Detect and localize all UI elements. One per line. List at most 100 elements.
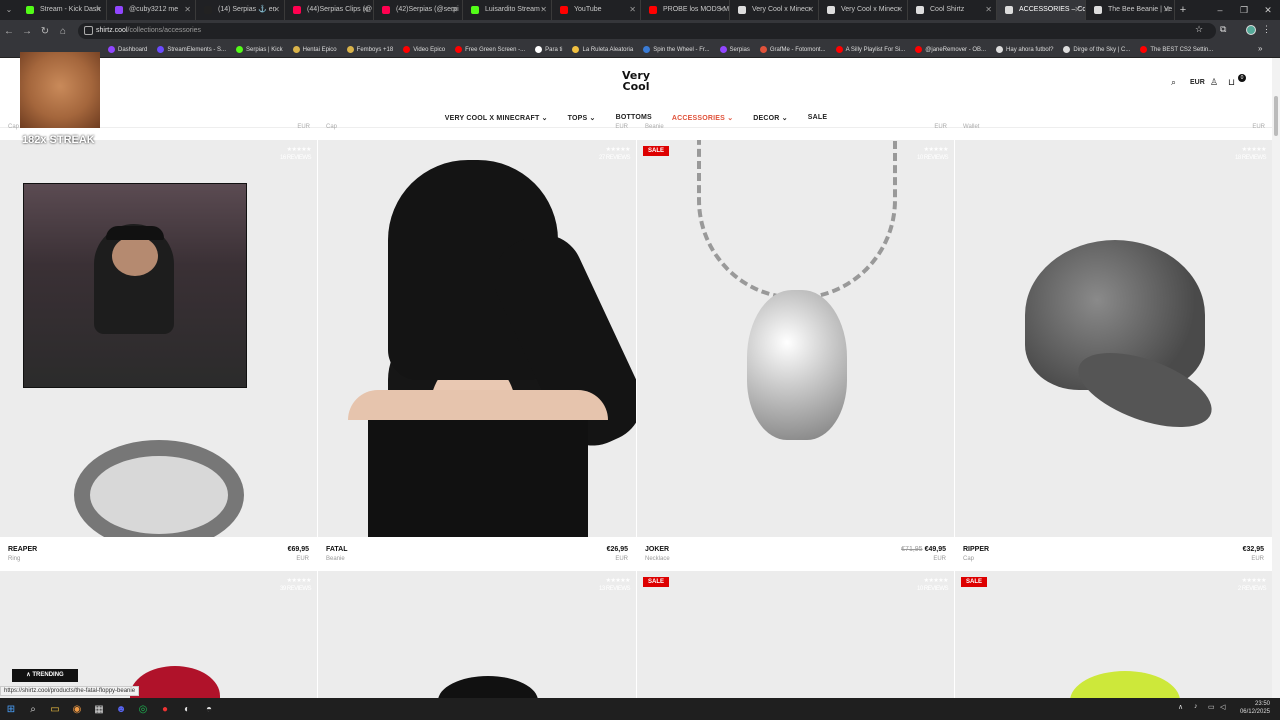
star-rating: ★★★★★	[923, 147, 949, 153]
home-icon[interactable]: ⌂	[54, 26, 72, 37]
trending-button[interactable]: ∧ TRENDING	[12, 669, 78, 682]
product-name[interactable]: REAPER	[8, 546, 37, 553]
app-icon-1[interactable]: ▦	[88, 698, 110, 720]
product-name[interactable]: RIPPER	[963, 546, 989, 553]
product-card[interactable]: ★★★★★ 10 REVIEWS SALE	[637, 571, 954, 698]
browser-tab[interactable]: (44)Serpias Clips (@ ✕	[285, 0, 374, 20]
file-explorer-icon[interactable]: ▭	[44, 698, 66, 720]
chrome-icon[interactable]: ◉	[66, 698, 88, 720]
search-icon[interactable]: ⌕	[1171, 77, 1176, 88]
product-card[interactable]: ★★★★★ 27 REVIEWS	[318, 140, 636, 537]
tab-close-icon[interactable]: ✕	[896, 0, 903, 20]
volume-icon[interactable]: ◁	[1220, 703, 1225, 711]
tab-close-icon[interactable]: ✕	[1163, 0, 1170, 20]
product-card[interactable]: ★★★★★ 2 REVIEWS SALE	[955, 571, 1272, 698]
reload-icon[interactable]: ↻	[36, 26, 54, 37]
obs-icon[interactable]: ◓	[198, 698, 220, 720]
minimize-icon[interactable]: –	[1208, 0, 1232, 20]
tab-close-icon[interactable]: ✕	[540, 0, 547, 20]
address-bar[interactable]: shirtz.cool/collections/accessories	[78, 23, 1216, 39]
tab-close-icon[interactable]: ✕	[184, 0, 191, 20]
tab-close-icon[interactable]: ✕	[985, 0, 992, 20]
product-card[interactable]: ★★★★★ 10 REVIEWS SALE	[637, 140, 954, 537]
browser-tab[interactable]: The Bee Beanie | Ve ✕	[1086, 0, 1175, 20]
close-window-icon[interactable]: ✕	[1256, 0, 1280, 20]
nav-item[interactable]: SALE	[808, 114, 827, 121]
product-name[interactable]: JOKER	[645, 546, 669, 553]
tab-strip: Stream - Kick Dash ✕ @cuby3212 me ✕ (14) Ser…	[18, 0, 1175, 20]
browser-tab[interactable]: @cuby3212 me ✕	[107, 0, 196, 20]
bookmarks-overflow-icon[interactable]: »	[1258, 44, 1262, 53]
taskbar-search-icon[interactable]: ⌕	[22, 698, 44, 720]
bookmark-item[interactable]: Free Green Screen -...	[455, 46, 525, 53]
bookmark-item[interactable]: Hentai Epico	[292, 46, 337, 53]
network-icon[interactable]: ▭	[1208, 703, 1215, 711]
bookmark-item[interactable]: Video Epico	[403, 46, 445, 53]
bookmark-item[interactable]: StreamElements - S...	[157, 46, 226, 53]
back-icon[interactable]: ←	[0, 26, 18, 37]
browser-tab[interactable]: Very Cool x Minecr ✕	[730, 0, 819, 20]
tab-close-icon[interactable]: ✕	[362, 0, 369, 20]
tab-close-icon[interactable]: ✕	[629, 0, 636, 20]
page-scrollbar[interactable]	[1272, 58, 1280, 698]
browser-tab[interactable]: YouTube ✕	[552, 0, 641, 20]
discord-icon[interactable]: ☻	[110, 698, 132, 720]
bookmark-star-icon[interactable]: ☆	[1195, 24, 1203, 35]
profile-avatar[interactable]	[1246, 25, 1256, 35]
nav-item[interactable]: BOTTOMS	[616, 114, 652, 121]
bookmark-item[interactable]: The BEST CS2 Settin...	[1140, 46, 1213, 53]
browser-tab[interactable]: PROBE los MODS M ✕	[641, 0, 730, 20]
browser-tab[interactable]: Very Cool x Minecr ✕	[819, 0, 908, 20]
tab-close-icon[interactable]: ✕	[451, 0, 458, 20]
new-tab-button[interactable]: +	[1175, 0, 1191, 20]
currency-selector[interactable]: EUR	[1190, 79, 1205, 86]
bookmark-item[interactable]: Para ti	[535, 46, 562, 53]
browser-tab[interactable]: Stream - Kick Dash ✕	[18, 0, 107, 20]
browser-tab[interactable]: (42)Serpias (@serpi ✕	[374, 0, 463, 20]
scrollbar-thumb[interactable]	[1274, 96, 1278, 136]
windows-start-icon[interactable]: ⊞	[0, 698, 22, 720]
extensions-icon[interactable]: ⧉	[1220, 24, 1226, 35]
tab-close-icon[interactable]: ✕	[273, 0, 280, 20]
bookmark-item[interactable]: @janeRemover - OB...	[915, 46, 986, 53]
forward-icon[interactable]: →	[18, 26, 36, 37]
bookmark-item[interactable]: Dashboard	[108, 46, 147, 53]
tab-close-icon[interactable]: ✕	[718, 0, 725, 20]
cart-icon[interactable]: ⊔	[1228, 77, 1235, 88]
bookmark-item[interactable]: Hay ahora futbol?	[996, 46, 1053, 53]
browser-tab[interactable]: (14) Serpias ⚓ en ✕	[196, 0, 285, 20]
browser-tab[interactable]: ACCESSORIES – Coo ✕	[997, 0, 1086, 20]
bookmark-item[interactable]: Serpias | Kick	[236, 46, 283, 53]
nav-item[interactable]: DECOR ⌄	[753, 114, 788, 122]
account-icon[interactable]: ♙	[1210, 77, 1218, 88]
bookmark-item[interactable]: Femboys +18	[346, 46, 393, 53]
product-name[interactable]: FATAL	[326, 546, 348, 553]
browser-menu-icon[interactable]: ⋮	[1262, 24, 1271, 35]
product-card[interactable]: ★★★★★ 18 REVIEWS	[955, 140, 1272, 537]
bookmark-item[interactable]: A Silly Playlist For Si...	[835, 46, 905, 53]
bookmark-item[interactable]: Serpias	[719, 46, 750, 53]
bookmark-item[interactable]: GrafMe - Fotomont...	[759, 46, 826, 53]
spotify-icon[interactable]: ◎	[132, 698, 154, 720]
tab-close-icon[interactable]: ✕	[807, 0, 814, 20]
tab-close-icon[interactable]: ✕	[95, 0, 102, 20]
product-card[interactable]: ★★★★★ 13 REVIEWS	[318, 571, 636, 698]
maximize-icon[interactable]: ❐	[1232, 0, 1256, 20]
site-logo[interactable]: Very Cool	[620, 70, 652, 96]
browser-tab[interactable]: Cool Shirtz ✕	[908, 0, 997, 20]
bookmark-item[interactable]: Dirge of the Sky | C...	[1063, 46, 1130, 53]
browser-tab[interactable]: Luisardito Stream - ✕	[463, 0, 552, 20]
nav-item[interactable]: ACCESSORIES ⌄	[672, 114, 733, 122]
bookmark-item[interactable]: Spin the Wheel - Fr...	[643, 46, 710, 53]
nav-item[interactable]: TOPS ⌄	[568, 114, 596, 122]
tab-close-icon[interactable]: ✕	[1074, 0, 1081, 20]
nav-item[interactable]: VERY COOL X MINECRAFT ⌄	[445, 114, 548, 122]
microphone-icon[interactable]: ♪	[1194, 703, 1198, 710]
bookmark-item[interactable]: La Ruleta Aleatoria	[572, 46, 633, 53]
app-icon-2[interactable]: ●	[154, 698, 176, 720]
site-info-icon[interactable]	[84, 26, 93, 35]
tray-chevron-icon[interactable]: ∧	[1178, 703, 1183, 711]
app-icon-3[interactable]: ◐	[176, 698, 198, 720]
tab-search-icon[interactable]: ⌄	[0, 0, 18, 20]
bookmark-label: Serpias	[729, 46, 750, 53]
